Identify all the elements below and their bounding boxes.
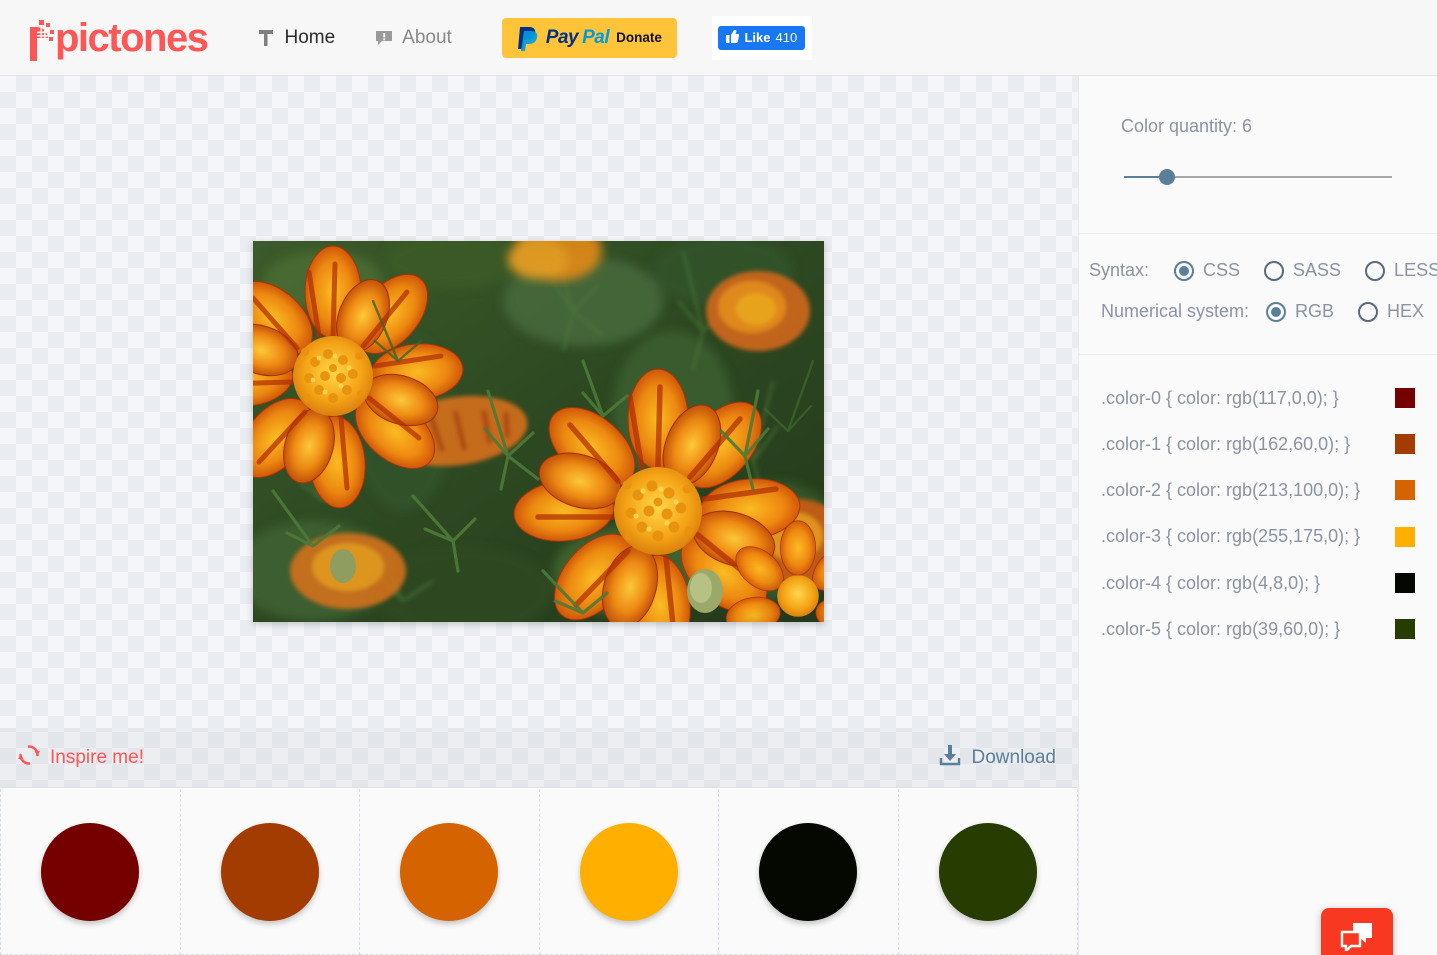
facebook-like-label: Like [744, 30, 771, 45]
color-chip [1395, 526, 1415, 547]
paypal-logo-icon [517, 25, 539, 51]
feedback-button[interactable] [1321, 908, 1393, 955]
color-code-text: .color-0 { color: rgb(117,0,0); } [1101, 388, 1339, 409]
nav-label-about: About [402, 26, 452, 48]
color-chip [1395, 572, 1415, 593]
home-flag-icon [257, 29, 275, 47]
syntax-option-less[interactable]: LESS [1365, 260, 1437, 281]
swatch-cell[interactable] [360, 789, 540, 955]
speech-bubble-exclamation-icon [375, 29, 393, 47]
slider-thumb[interactable] [1158, 169, 1175, 185]
syntax-option-label: SASS [1293, 260, 1342, 280]
main-nav: Home About [257, 27, 491, 49]
syntax-option-label: CSS [1203, 260, 1241, 280]
action-toolbar: Inspire me! Download [0, 728, 1078, 788]
site-logo[interactable]: pictones [30, 15, 209, 61]
syntax-option-sass[interactable]: SASS [1264, 260, 1341, 281]
color-chip [1395, 480, 1415, 501]
color-chip [1395, 618, 1415, 639]
color-code-row[interactable]: .color-2 { color: rgb(213,100,0); } [1079, 467, 1437, 513]
swatch-cell[interactable] [898, 789, 1078, 955]
numerical-option-hex[interactable]: HEX [1358, 301, 1424, 322]
swatch-dot[interactable] [938, 822, 1037, 921]
numerical-option-label: HEX [1387, 301, 1425, 322]
radio-rgb[interactable] [1266, 301, 1286, 322]
color-code-text: .color-2 { color: rgb(213,100,0); } [1101, 480, 1361, 501]
color-code-row[interactable]: .color-3 { color: rgb(255,175,0); } [1079, 513, 1437, 559]
swatch-dot[interactable] [759, 822, 858, 921]
swatch-cell[interactable] [180, 789, 360, 955]
color-code-text: .color-5 { color: rgb(39,60,0); } [1101, 618, 1341, 639]
paypal-pal-text: Pal [582, 26, 610, 48]
color-code-text: .color-4 { color: rgb(4,8,0); } [1101, 572, 1321, 593]
inspire-me-label: Inspire me! [50, 746, 144, 768]
numerical-option-label: RGB [1295, 301, 1335, 322]
palette-swatch-strip [0, 789, 1078, 955]
nav-label-home: Home [284, 26, 336, 48]
nav-item-about[interactable]: About [375, 27, 452, 49]
download-label: Download [971, 746, 1057, 768]
app-root: pictones Home About Pay Pal Donate Like … [0, 0, 1437, 955]
numerical-system-row: Numerical system: RGB HEX [1079, 299, 1437, 324]
color-code-row[interactable]: .color-0 { color: rgb(117,0,0); } [1079, 375, 1437, 421]
color-quantity-section: Color quantity: 6 [1079, 76, 1437, 234]
paypal-donate-label: Donate [616, 30, 662, 45]
paypal-pay-text: Pay [545, 26, 579, 48]
syntax-option-label: LESS [1394, 260, 1437, 280]
swatch-cell[interactable] [0, 789, 181, 955]
facebook-like-count: 410 [775, 30, 798, 45]
format-options-section: Syntax: CSS SASS LESS Numerical system: RG… [1079, 234, 1437, 356]
color-chip [1395, 434, 1415, 455]
logo-text: pictones [55, 15, 209, 60]
settings-panel: Color quantity: 6 Syntax: CSS SASS LESS Nu… [1078, 76, 1437, 955]
thumbs-up-icon [726, 29, 740, 46]
color-code-row[interactable]: .color-1 { color: rgb(162,60,0); } [1079, 421, 1437, 467]
swatch-dot[interactable] [400, 822, 499, 921]
syntax-label: Syntax: [1089, 260, 1150, 280]
inspire-me-button[interactable]: Inspire me! [18, 744, 144, 772]
color-code-row[interactable]: .color-4 { color: rgb(4,8,0); } [1079, 560, 1437, 606]
color-quantity-label: Color quantity: 6 [1121, 116, 1253, 136]
swatch-cell[interactable] [539, 789, 719, 955]
nav-item-home[interactable]: Home [257, 27, 335, 49]
download-button[interactable]: Download [938, 743, 1057, 773]
numerical-system-label: Numerical system: [1101, 301, 1250, 321]
top-header: pictones Home About Pay Pal Donate Like … [0, 0, 1437, 76]
radio-css[interactable] [1174, 260, 1194, 281]
swatch-dot[interactable] [220, 822, 319, 921]
refresh-sync-icon [18, 744, 40, 772]
logo-p-mark-icon [30, 17, 56, 61]
color-code-row[interactable]: .color-5 { color: rgb(39,60,0); } [1079, 606, 1437, 652]
color-code-list: .color-0 { color: rgb(117,0,0); } .color-… [1079, 355, 1437, 662]
color-code-text: .color-1 { color: rgb(162,60,0); } [1101, 434, 1351, 455]
paypal-wordmark: Pay Pal [545, 26, 610, 49]
feedback-chat-bubbles-icon [1340, 921, 1374, 955]
image-canvas [0, 76, 1078, 728]
syntax-option-css[interactable]: CSS [1174, 260, 1240, 281]
numerical-option-rgb[interactable]: RGB [1266, 301, 1334, 322]
facebook-like-button[interactable]: Like 410 [718, 25, 806, 50]
swatch-dot[interactable] [41, 822, 140, 921]
facebook-like-widget: Like 410 [711, 15, 812, 60]
color-chip [1395, 388, 1415, 409]
radio-sass[interactable] [1264, 260, 1285, 281]
paypal-donate-button[interactable]: Pay Pal Donate [501, 17, 677, 58]
color-quantity-slider[interactable] [1124, 167, 1392, 187]
radio-hex[interactable] [1358, 301, 1379, 322]
download-tray-icon [938, 743, 962, 773]
swatch-cell[interactable] [719, 789, 899, 955]
radio-less[interactable] [1365, 260, 1386, 281]
source-image[interactable] [253, 241, 824, 622]
swatch-dot[interactable] [579, 822, 678, 921]
syntax-row: Syntax: CSS SASS LESS [1079, 260, 1437, 281]
color-code-text: .color-3 { color: rgb(255,175,0); } [1101, 526, 1361, 547]
